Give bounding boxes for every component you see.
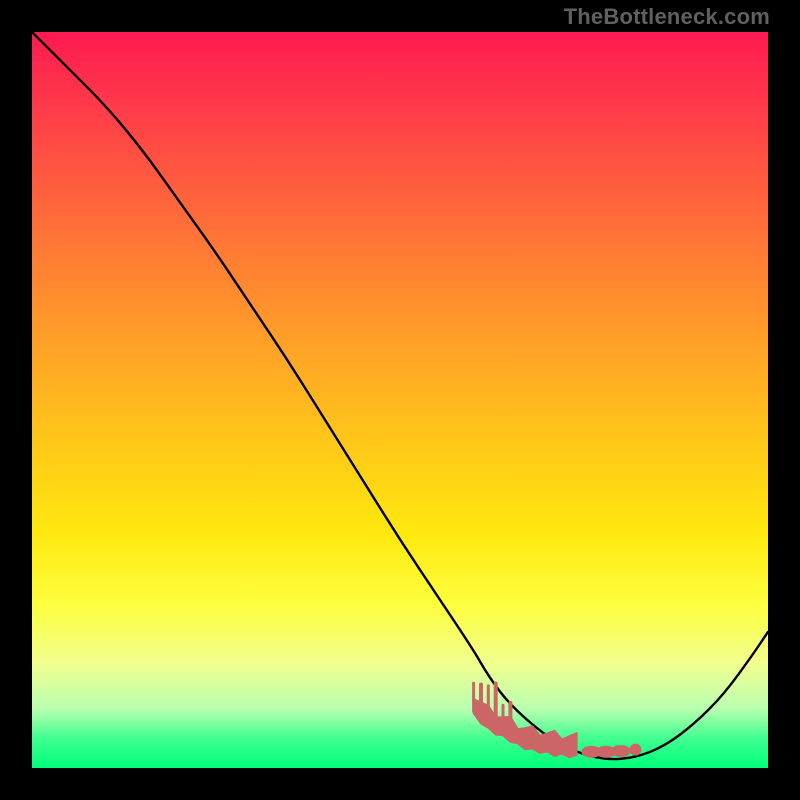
bottleneck-curve-line	[32, 32, 768, 759]
watermark-text: TheBottleneck.com	[564, 4, 770, 30]
marker-cluster-group	[474, 683, 642, 758]
marker-detached-blob	[611, 745, 631, 757]
marker-detached-blob	[630, 744, 642, 756]
curve-svg	[32, 32, 768, 768]
chart-frame	[32, 32, 768, 768]
